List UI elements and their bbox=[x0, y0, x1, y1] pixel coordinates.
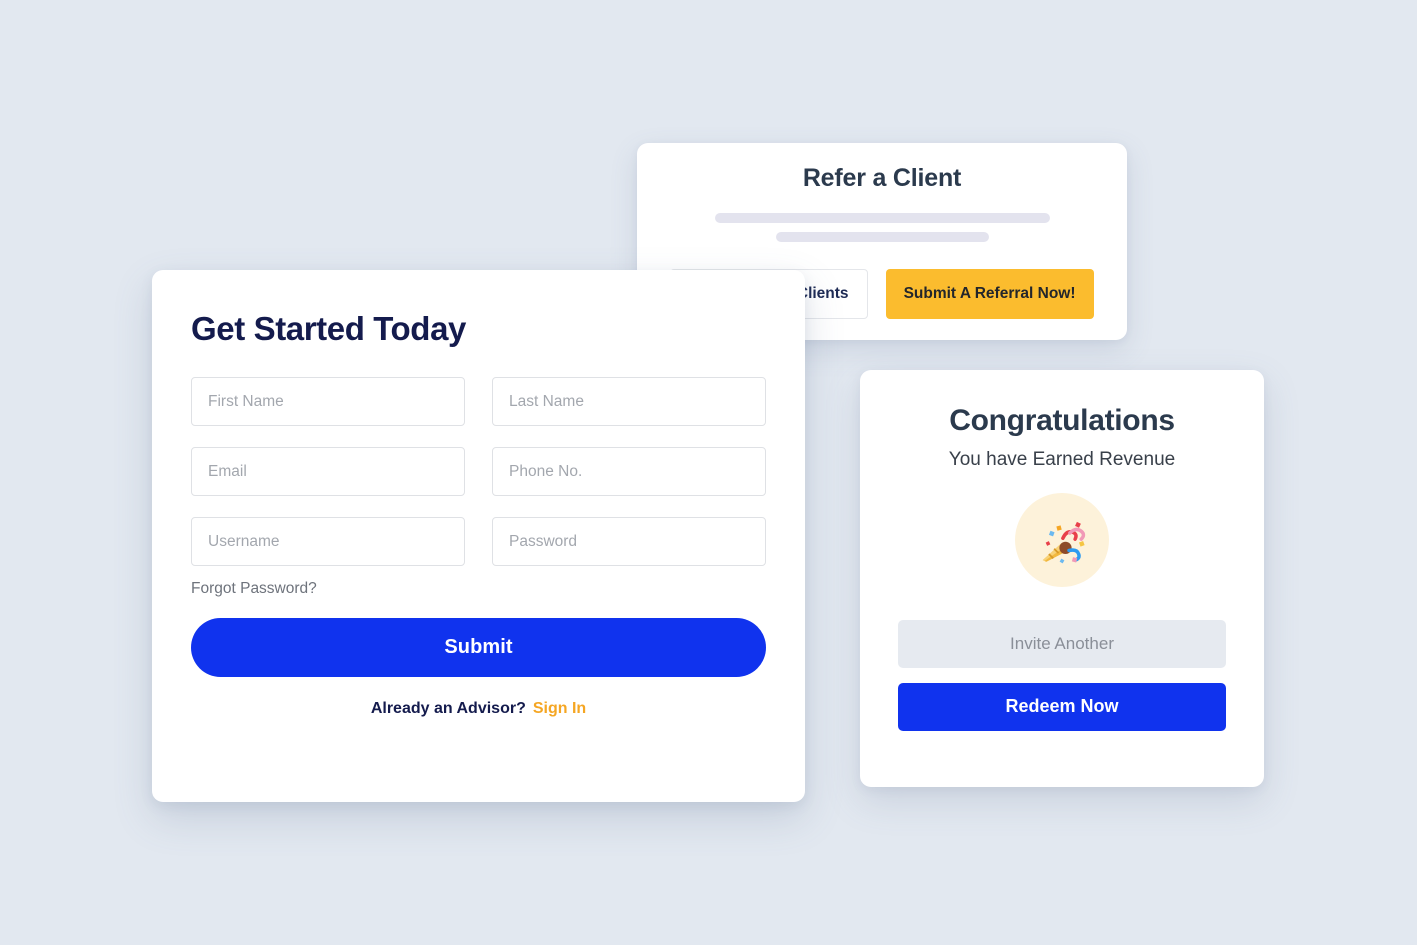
party-popper-icon bbox=[1034, 512, 1090, 568]
phone-input[interactable] bbox=[492, 447, 766, 496]
congratulations-card: Congratulations You have Earned Revenue bbox=[860, 370, 1264, 787]
skeleton-line-2 bbox=[775, 231, 989, 242]
signup-field-grid bbox=[191, 377, 766, 566]
skeleton-line-1 bbox=[714, 212, 1050, 223]
page-canvas: Refer a Client View Referred Clients Sub… bbox=[0, 0, 1417, 945]
password-input[interactable] bbox=[492, 517, 766, 566]
first-name-input[interactable] bbox=[191, 377, 465, 426]
forgot-password-link[interactable]: Forgot Password? bbox=[191, 580, 317, 598]
submit-a-referral-button[interactable]: Submit A Referral Now! bbox=[885, 268, 1094, 319]
refer-card-title: Refer a Client bbox=[802, 164, 962, 192]
username-input[interactable] bbox=[191, 517, 465, 566]
signin-row: Already an Advisor? Sign In bbox=[191, 700, 766, 718]
email-input[interactable] bbox=[191, 447, 465, 496]
congrats-card-subtitle: You have Earned Revenue bbox=[948, 448, 1176, 470]
refer-card-skeleton-group bbox=[661, 212, 1103, 242]
party-popper-badge bbox=[1015, 492, 1109, 587]
submit-button[interactable]: Submit bbox=[191, 618, 766, 677]
get-started-form-card: Get Started Today Forgot Password? Submi… bbox=[152, 270, 805, 802]
form-card-title: Get Started Today bbox=[191, 310, 466, 347]
signin-prompt-text: Already an Advisor? bbox=[370, 700, 526, 717]
congrats-card-title: Congratulations bbox=[949, 404, 1175, 437]
redeem-now-button[interactable]: Redeem Now bbox=[898, 682, 1226, 731]
invite-another-button[interactable]: Invite Another bbox=[898, 619, 1226, 668]
sign-in-link[interactable]: Sign In bbox=[533, 700, 586, 717]
last-name-input[interactable] bbox=[492, 377, 766, 426]
